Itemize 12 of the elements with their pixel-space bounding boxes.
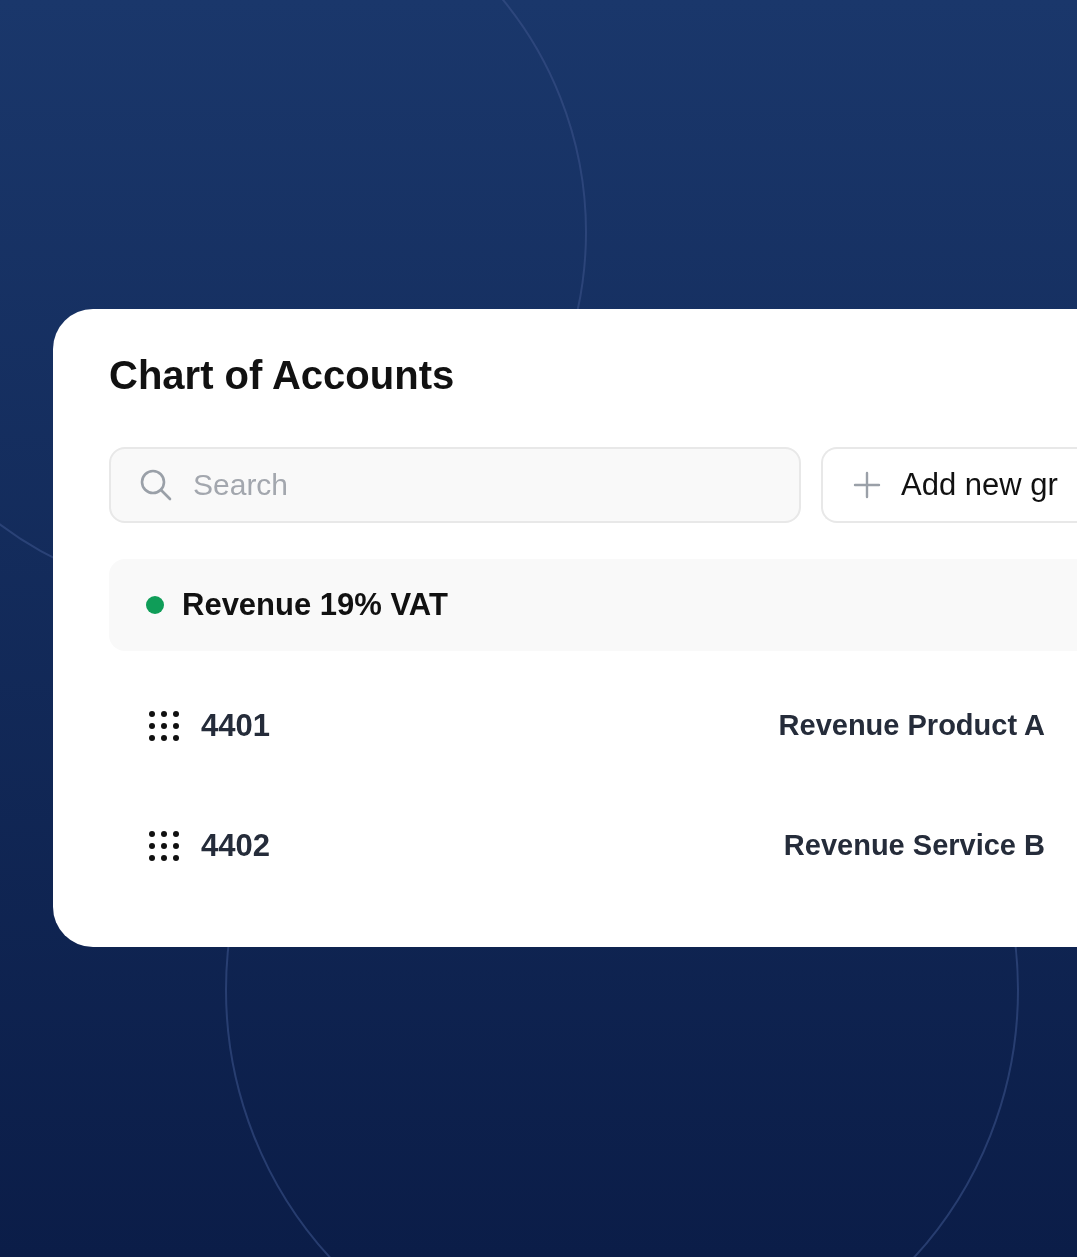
account-code: 4401 (201, 706, 270, 745)
account-code: 4402 (201, 826, 270, 865)
group-header[interactable]: Revenue 19% VAT (109, 559, 1077, 651)
plus-icon (853, 471, 881, 499)
account-name: Revenue Service B (783, 828, 1045, 864)
add-group-button[interactable]: Add new gr (821, 447, 1077, 523)
page-title: Chart of Accounts (109, 353, 456, 397)
account-name: Revenue Product A (778, 708, 1045, 744)
search-field[interactable]: Search (109, 447, 801, 523)
drag-handle-icon[interactable] (149, 831, 179, 861)
drag-handle-icon[interactable] (149, 711, 179, 741)
group-name: Revenue 19% VAT (182, 585, 448, 624)
